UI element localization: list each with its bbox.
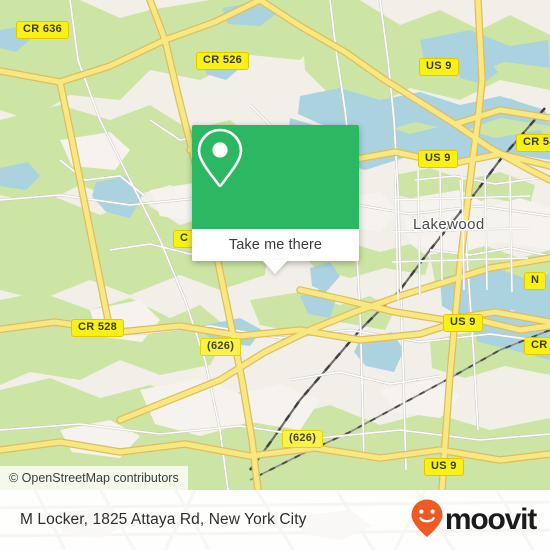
road-shield-cr526[interactable]: CR 526 (196, 52, 250, 70)
road-shield-partial-nj[interactable]: N (524, 272, 547, 290)
take-me-there-label: Take me there (228, 237, 323, 253)
location-address: M Locker, 1825 Attaya Rd, New York City (20, 511, 307, 528)
road-shield-cr528[interactable]: CR 528 (71, 319, 125, 337)
road-shield-cr54[interactable]: CR 54 (516, 134, 550, 152)
map-canvas[interactable]: Lakewood CR 636 CR 526 US 9 US 9 CR 54 C… (0, 0, 550, 490)
moovit-logo[interactable]: moovit (410, 490, 537, 550)
popup-tail (262, 260, 288, 274)
road-shield-partial-cr[interactable]: CR (524, 337, 550, 355)
moovit-wordmark: moovit (444, 503, 537, 536)
osm-attribution[interactable]: © OpenStreetMap contributors (0, 466, 188, 490)
road-shield-us9-south[interactable]: US 9 (424, 458, 464, 476)
road-shield-us9-lakewood[interactable]: US 9 (418, 150, 458, 168)
road-shield-626-lower[interactable]: (626) (282, 430, 324, 448)
location-popup[interactable]: Take me there (192, 125, 359, 274)
moovit-map-screenshot: Lakewood CR 636 CR 526 US 9 US 9 CR 54 C… (0, 0, 550, 550)
place-label-lakewood: Lakewood (413, 216, 485, 233)
popup-header (192, 125, 359, 229)
take-me-there-button[interactable]: Take me there (192, 229, 359, 261)
road-shield-626-upper[interactable]: (626) (200, 338, 242, 356)
footer-bar: M Locker, 1825 Attaya Rd, New York City … (0, 490, 550, 550)
road-shield-cr636[interactable]: CR 636 (16, 21, 70, 39)
road-shield-us9-center[interactable]: US 9 (443, 314, 483, 332)
road-shield-us9-north[interactable]: US 9 (419, 58, 459, 76)
moovit-pin-smiley-icon (410, 498, 444, 543)
